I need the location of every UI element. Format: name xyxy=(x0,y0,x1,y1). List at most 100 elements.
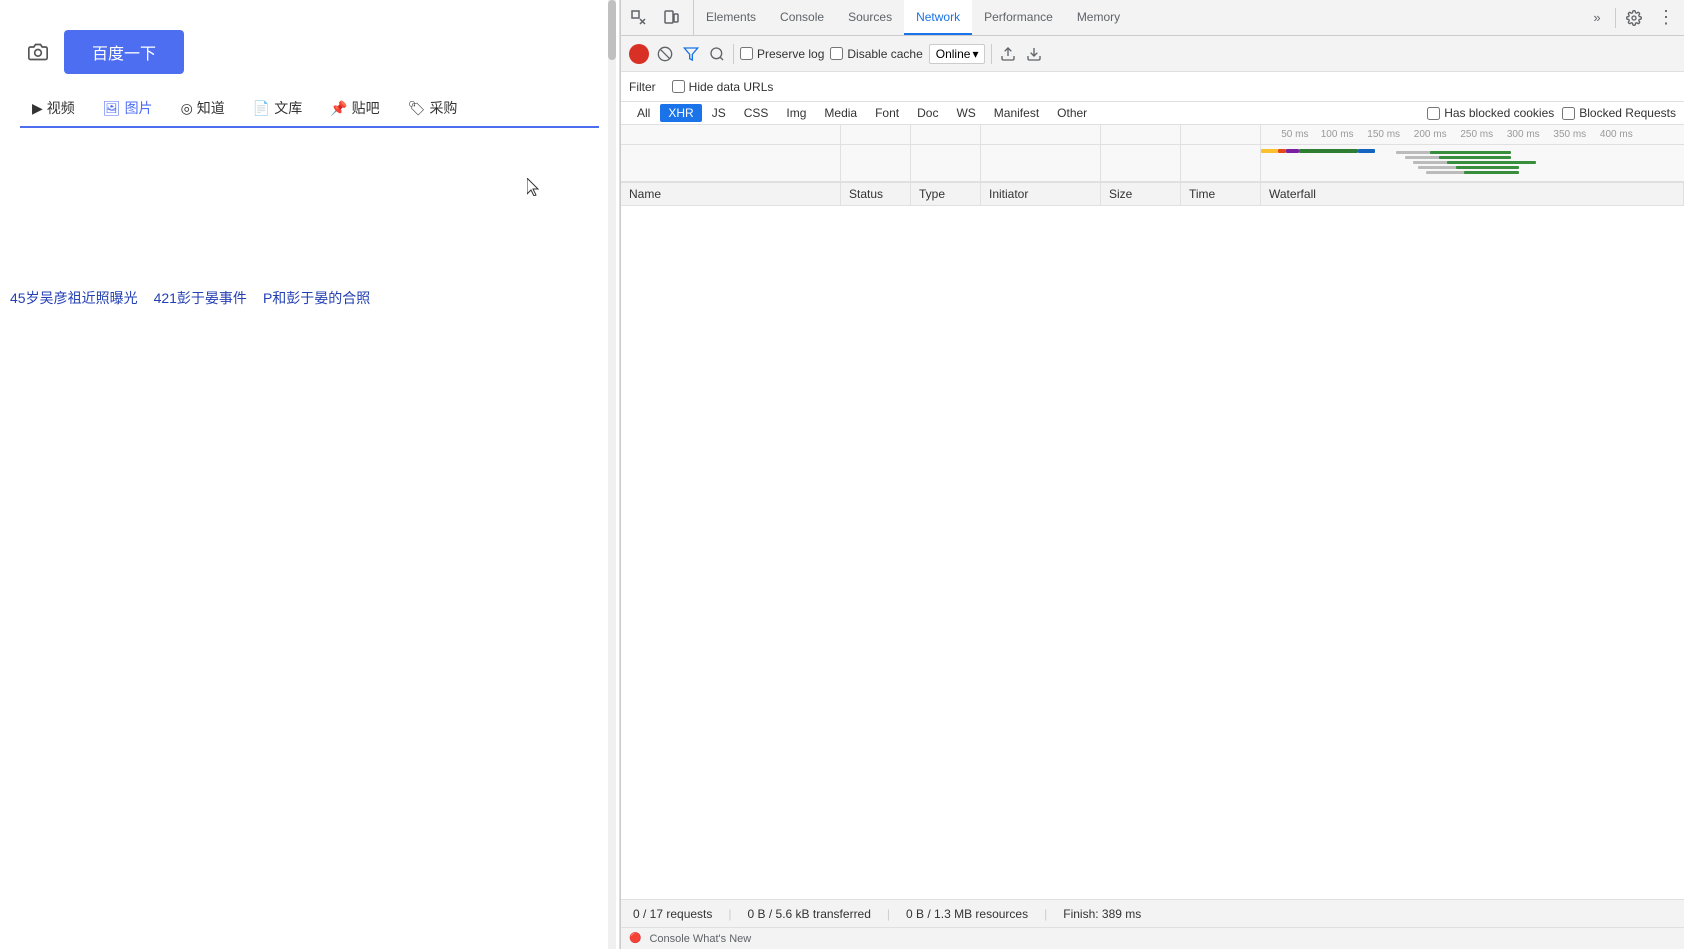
tab-zhidao-label: 知道 xyxy=(197,98,225,118)
th-name[interactable]: Name xyxy=(621,183,841,205)
waterfall-bar-5 xyxy=(1358,149,1375,153)
filter-tab-img[interactable]: Img xyxy=(778,104,814,122)
baidu-search-button[interactable]: 百度一下 xyxy=(64,30,184,74)
timeline-label-50ms: 50 ms xyxy=(1281,129,1308,140)
disable-cache-label[interactable]: Disable cache xyxy=(847,47,922,61)
network-table[interactable]: Name Status Type Initiator Size Time Wat… xyxy=(621,183,1684,899)
record-button[interactable] xyxy=(629,44,649,64)
clear-button[interactable] xyxy=(655,44,675,64)
throttling-dropdown-icon: ▾ xyxy=(972,47,978,61)
filter-type-tabs: All XHR JS CSS Img Media Font Doc WS Man… xyxy=(621,102,1684,125)
table-body xyxy=(621,206,1684,706)
import-har-button[interactable] xyxy=(998,44,1018,64)
th-time[interactable]: Time xyxy=(1181,183,1261,205)
throttling-value: Online xyxy=(936,47,971,61)
filter-tab-other[interactable]: Other xyxy=(1049,104,1095,122)
waterfall-bar-2 xyxy=(1278,149,1286,153)
blocked-cookies-checkbox[interactable] xyxy=(1427,107,1440,120)
wenku-icon: 📄 xyxy=(253,100,270,117)
blocked-cookies-label[interactable]: Has blocked cookies xyxy=(1444,106,1554,120)
filter-button[interactable] xyxy=(681,44,701,64)
more-tabs-button[interactable]: » xyxy=(1583,4,1611,32)
devtools-tab-bar: Elements Console Sources Network Perform… xyxy=(621,0,1684,36)
search-button[interactable] xyxy=(707,44,727,64)
tab-tieba-label: 贴吧 xyxy=(352,98,380,118)
filter-tab-css[interactable]: CSS xyxy=(736,104,777,122)
disable-cache-checkbox[interactable] xyxy=(830,47,843,60)
th-status[interactable]: Status xyxy=(841,183,911,205)
cursor xyxy=(527,178,541,199)
tab-wenku[interactable]: 📄 文库 xyxy=(241,90,314,128)
console-bar-label[interactable]: Console What's New xyxy=(649,933,751,945)
preserve-log-label[interactable]: Preserve log xyxy=(757,47,824,61)
tieba-icon: 📌 xyxy=(330,100,347,117)
timeline-label-150ms: 150 ms xyxy=(1367,129,1400,140)
tab-console[interactable]: Console xyxy=(768,0,836,35)
tab-sources[interactable]: Sources xyxy=(836,0,904,35)
filter-tab-all[interactable]: All xyxy=(629,104,658,122)
status-bar: 0 / 17 requests | 0 B / 5.6 kB transferr… xyxy=(621,899,1684,927)
hide-data-urls-label[interactable]: Hide data URLs xyxy=(689,80,774,94)
filter-tab-font[interactable]: Font xyxy=(867,104,907,122)
tab-video-label: 视频 xyxy=(47,98,75,118)
suggestion-1[interactable]: 45岁吴彦祖近照曝光 xyxy=(10,288,138,308)
console-icon: 🔴 xyxy=(629,933,641,944)
waterfall-bar-gray-3 xyxy=(1413,161,1451,164)
filter-tab-doc[interactable]: Doc xyxy=(909,104,946,122)
suggestion-3[interactable]: P和彭于晏的合照 xyxy=(263,288,370,308)
more-options-button[interactable]: ⋮ xyxy=(1652,4,1680,32)
tab-images-label: 图片 xyxy=(125,98,153,118)
devtools-tabs-right: » ⋮ xyxy=(1575,4,1680,32)
tab-tieba[interactable]: 📌 贴吧 xyxy=(318,90,391,128)
search-bar-area: 百度一下 xyxy=(20,20,599,74)
blocked-requests-label[interactable]: Blocked Requests xyxy=(1579,106,1676,120)
waterfall-bar-green-4 xyxy=(1456,166,1519,169)
tab-video[interactable]: ▶ 视频 xyxy=(20,90,87,128)
th-initiator[interactable]: Initiator xyxy=(981,183,1101,205)
requests-count: 0 / 17 requests xyxy=(633,907,712,921)
suggestion-2[interactable]: 421彭于晏事件 xyxy=(154,288,247,308)
waterfall-bar-1 xyxy=(1261,149,1278,153)
filter-tab-js[interactable]: JS xyxy=(704,104,734,122)
th-waterfall[interactable]: Waterfall xyxy=(1261,183,1684,205)
filter-bar: Filter Hide data URLs xyxy=(621,72,1684,102)
th-size[interactable]: Size xyxy=(1101,183,1181,205)
toolbar-divider-1 xyxy=(733,44,734,64)
tab-zhidao[interactable]: ◎ 知道 xyxy=(169,90,237,128)
preserve-log-checkbox[interactable] xyxy=(740,47,753,60)
blocked-cookies-group: Has blocked cookies xyxy=(1427,106,1554,120)
filter-tab-media[interactable]: Media xyxy=(816,104,865,122)
timeline-label-300ms: 300 ms xyxy=(1507,129,1540,140)
waterfall-bar-4 xyxy=(1299,149,1358,153)
camera-icon-btn[interactable] xyxy=(20,34,56,70)
timeline-label-400ms: 400 ms xyxy=(1600,129,1633,140)
tab-caigou[interactable]: 🏷 采购 xyxy=(396,90,470,128)
tab-elements[interactable]: Elements xyxy=(694,0,768,35)
tab-network[interactable]: Network xyxy=(904,0,972,35)
timeline-label-350ms: 350 ms xyxy=(1553,129,1586,140)
tab-performance[interactable]: Performance xyxy=(972,0,1065,35)
blocked-requests-checkbox[interactable] xyxy=(1562,107,1575,120)
tab-memory[interactable]: Memory xyxy=(1065,0,1132,35)
filter-tab-manifest[interactable]: Manifest xyxy=(986,104,1047,122)
images-icon: 🖼 xyxy=(103,100,121,117)
toolbar-divider-2 xyxy=(991,44,992,64)
devtools-panel: Elements Console Sources Network Perform… xyxy=(620,0,1684,949)
finish-time: Finish: 389 ms xyxy=(1063,907,1141,921)
inspect-element-icon[interactable] xyxy=(625,4,653,32)
settings-button[interactable] xyxy=(1620,4,1648,32)
resources-size: 0 B / 1.3 MB resources xyxy=(906,907,1028,921)
throttling-select[interactable]: Online ▾ xyxy=(929,44,986,64)
hide-data-urls-group: Hide data URLs xyxy=(672,80,774,94)
th-type[interactable]: Type xyxy=(911,183,981,205)
filter-tab-xhr[interactable]: XHR xyxy=(660,104,701,122)
timeline-label-250ms: 250 ms xyxy=(1460,129,1493,140)
export-har-button[interactable] xyxy=(1024,44,1044,64)
tab-images[interactable]: 🖼 图片 xyxy=(91,90,165,128)
device-toolbar-icon[interactable] xyxy=(657,4,685,32)
tab-wenku-label: 文库 xyxy=(274,98,302,118)
filter-tab-ws[interactable]: WS xyxy=(948,104,983,122)
hide-data-urls-checkbox[interactable] xyxy=(672,80,685,93)
table-header: Name Status Type Initiator Size Time Wat… xyxy=(621,183,1684,206)
waterfall-bar-3 xyxy=(1286,149,1299,153)
